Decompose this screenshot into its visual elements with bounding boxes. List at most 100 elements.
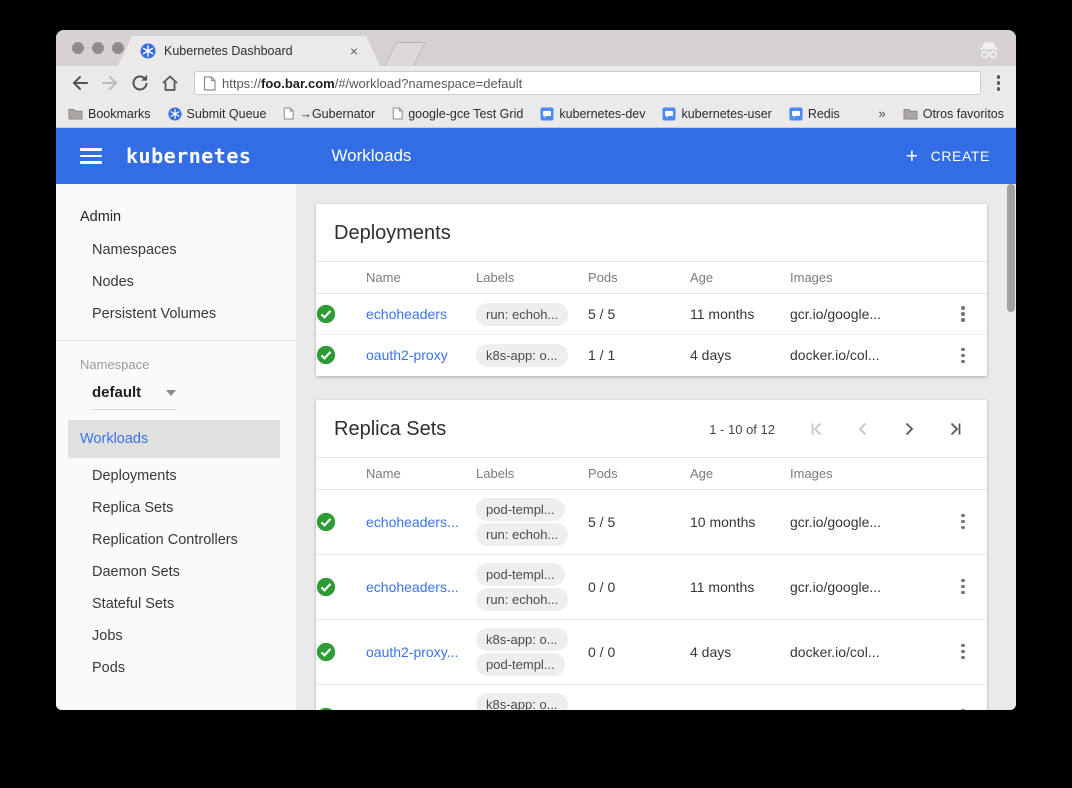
previous-page-icon[interactable] <box>855 421 871 437</box>
next-page-icon[interactable] <box>901 421 917 437</box>
status-ok-icon <box>316 642 366 662</box>
page-icon <box>283 107 294 120</box>
row-menu-icon[interactable] <box>939 306 987 322</box>
bookmark-google-gce-test-grid[interactable]: google-gce Test Grid <box>392 107 523 121</box>
column-pods: Pods <box>588 457 690 489</box>
hamburger-menu-icon[interactable] <box>80 148 102 164</box>
sidebar-item-replication-controllers[interactable]: Replication Controllers <box>56 524 296 556</box>
replica-set-link[interactable]: oauth2-proxy... <box>366 644 458 660</box>
row-menu-icon[interactable] <box>939 514 987 530</box>
namespace-select[interactable]: default <box>92 384 176 410</box>
images-cell: docker.io/col... <box>790 684 939 710</box>
sidebar-item-deployments[interactable]: Deployments <box>56 460 296 492</box>
page-title: Workloads <box>331 146 411 166</box>
column-labels: Labels <box>476 262 588 294</box>
sidebar: Admin Namespaces Nodes Persistent Volume… <box>56 184 296 710</box>
bookmark-gubernator[interactable]: →Gubernator <box>283 107 375 121</box>
label-chip: pod-templ... <box>476 498 565 521</box>
kubernetes-logo[interactable]: kubernetes <box>126 144 251 168</box>
paginator: 1 - 10 of 12 <box>709 421 963 437</box>
tab-close-icon[interactable]: × <box>350 43 358 59</box>
forward-icon[interactable] <box>100 73 120 93</box>
window-zoom-button[interactable] <box>112 42 124 54</box>
replica-set-link[interactable]: echoheaders... <box>366 514 459 530</box>
age-cell: 11 months <box>690 294 790 335</box>
bookmark-redis[interactable]: Redis <box>789 107 840 121</box>
reload-icon[interactable] <box>130 73 150 93</box>
pods-cell: 0 / 0 <box>588 619 690 684</box>
sidebar-divider <box>56 340 296 341</box>
kubernetes-icon <box>168 107 182 121</box>
label-chip: run: echoh... <box>476 523 568 546</box>
column-name: Name <box>366 457 476 489</box>
label-chip: k8s-app: o... <box>476 693 568 711</box>
address-bar[interactable]: https://foo.bar.com/#/workload?namespace… <box>194 71 981 95</box>
sidebar-item-stateful-sets[interactable]: Stateful Sets <box>56 588 296 620</box>
app-bar: kubernetes Workloads + CREATE <box>56 128 1016 184</box>
row-menu-icon[interactable] <box>939 579 987 595</box>
create-button[interactable]: + CREATE <box>906 146 990 167</box>
replica-sets-card: Replica Sets 1 - 10 of 12 Name <box>316 400 987 711</box>
column-age: Age <box>690 457 790 489</box>
pods-cell: 0 / 0 <box>588 554 690 619</box>
bookmarks-overflow-icon[interactable]: » <box>878 106 885 121</box>
label-chip: pod-templ... <box>476 653 565 676</box>
table-row: oauth2-proxy... k8s-app: o... pod-templ.… <box>316 684 987 710</box>
table-row: echoheaders... pod-templ... run: echoh..… <box>316 489 987 554</box>
table-row: oauth2-proxy... k8s-app: o... pod-templ.… <box>316 619 987 684</box>
label-chip: run: echoh... <box>476 588 568 611</box>
row-menu-icon[interactable] <box>939 644 987 660</box>
sidebar-item-daemon-sets[interactable]: Daemon Sets <box>56 556 296 588</box>
column-name: Name <box>366 262 476 294</box>
sidebar-item-pods[interactable]: Pods <box>56 652 296 684</box>
row-menu-icon[interactable] <box>939 709 987 710</box>
age-cell: 10 months <box>690 489 790 554</box>
replica-set-link[interactable]: echoheaders... <box>366 579 459 595</box>
replica-set-link[interactable]: oauth2-proxy... <box>366 709 458 711</box>
row-menu-icon[interactable] <box>939 348 987 364</box>
folder-icon <box>68 108 83 120</box>
sidebar-item-workloads[interactable]: Workloads <box>68 420 280 458</box>
deployments-title: Deployments <box>334 222 451 245</box>
window-minimize-button[interactable] <box>92 42 104 54</box>
group-icon <box>662 107 676 121</box>
sidebar-item-replica-sets[interactable]: Replica Sets <box>56 492 296 524</box>
chevron-down-icon <box>166 390 176 396</box>
namespace-label: Namespace <box>56 351 296 376</box>
bookmark-submit-queue[interactable]: Submit Queue <box>168 107 267 121</box>
deployment-link[interactable]: echoheaders <box>366 306 447 322</box>
label-chip: run: echoh... <box>476 303 568 326</box>
sidebar-item-jobs[interactable]: Jobs <box>56 620 296 652</box>
window-close-button[interactable] <box>72 42 84 54</box>
back-icon[interactable] <box>70 73 90 93</box>
label-chip: k8s-app: o... <box>476 344 568 367</box>
age-cell: 4 days <box>690 619 790 684</box>
home-icon[interactable] <box>160 73 180 93</box>
sidebar-item-persistent-volumes[interactable]: Persistent Volumes <box>56 298 296 330</box>
other-bookmarks-folder[interactable]: Otros favoritos <box>903 107 1004 121</box>
scrollbar-thumb[interactable] <box>1007 184 1015 312</box>
bookmark-kubernetes-dev[interactable]: kubernetes-dev <box>540 107 645 121</box>
last-page-icon[interactable] <box>947 421 963 437</box>
browser-menu-icon[interactable] <box>991 71 1007 95</box>
namespace-value: default <box>92 384 141 401</box>
replica-sets-title: Replica Sets <box>334 418 446 441</box>
sidebar-item-admin[interactable]: Admin <box>56 200 296 234</box>
deployment-link[interactable]: oauth2-proxy <box>366 347 448 363</box>
first-page-icon[interactable] <box>809 421 825 437</box>
sidebar-item-namespaces[interactable]: Namespaces <box>56 234 296 266</box>
deployments-card: Deployments Name Labels Pods Age Images <box>316 204 987 376</box>
images-cell: gcr.io/google... <box>790 554 939 619</box>
main-content: Deployments Name Labels Pods Age Images <box>296 184 1016 710</box>
page-scrollbar[interactable] <box>1006 184 1016 710</box>
bookmark-bookmarks[interactable]: Bookmarks <box>68 107 151 121</box>
new-tab-button[interactable] <box>384 42 426 66</box>
status-ok-icon <box>316 707 366 711</box>
status-ok-icon <box>316 345 366 365</box>
bookmark-kubernetes-user[interactable]: kubernetes-user <box>662 107 771 121</box>
images-cell: docker.io/col... <box>790 619 939 684</box>
tab-strip: Kubernetes Dashboard × <box>56 30 1016 66</box>
status-ok-icon <box>316 577 366 597</box>
browser-tab[interactable]: Kubernetes Dashboard × <box>118 36 380 66</box>
sidebar-item-nodes[interactable]: Nodes <box>56 266 296 298</box>
